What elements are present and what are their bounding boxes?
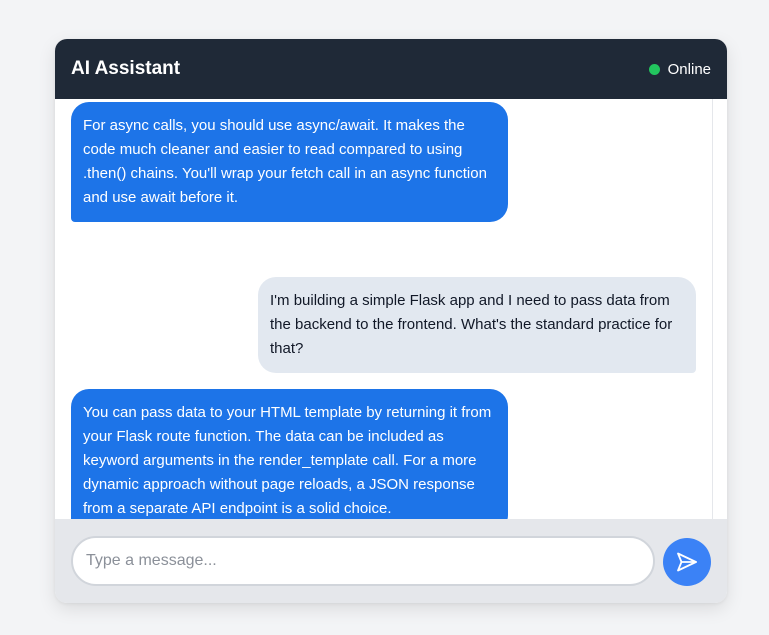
message-text: For async calls, you should use async/aw… <box>83 117 487 206</box>
assistant-message: You can pass data to your HTML template … <box>71 389 508 519</box>
user-message: I'm building a simple Flask app and I ne… <box>258 277 696 373</box>
status-text: Online <box>667 60 711 78</box>
online-status-dot <box>648 63 660 75</box>
message-list[interactable]: For async calls, you should use async/aw… <box>55 99 727 519</box>
send-button[interactable] <box>663 538 711 586</box>
status-indicator: Online <box>648 60 711 78</box>
chat-window: AI Assistant Online For async calls, you… <box>55 39 727 603</box>
message-input[interactable] <box>71 536 655 586</box>
chat-header: AI Assistant Online <box>55 39 727 99</box>
scrollbar[interactable] <box>712 99 713 519</box>
assistant-message: For async calls, you should use async/aw… <box>71 102 508 222</box>
message-text: You can pass data to your HTML template … <box>83 404 492 517</box>
message-text: I'm building a simple Flask app and I ne… <box>270 292 673 357</box>
composer-bar <box>55 519 727 603</box>
header-title: AI Assistant <box>71 58 181 79</box>
send-icon <box>675 550 699 574</box>
